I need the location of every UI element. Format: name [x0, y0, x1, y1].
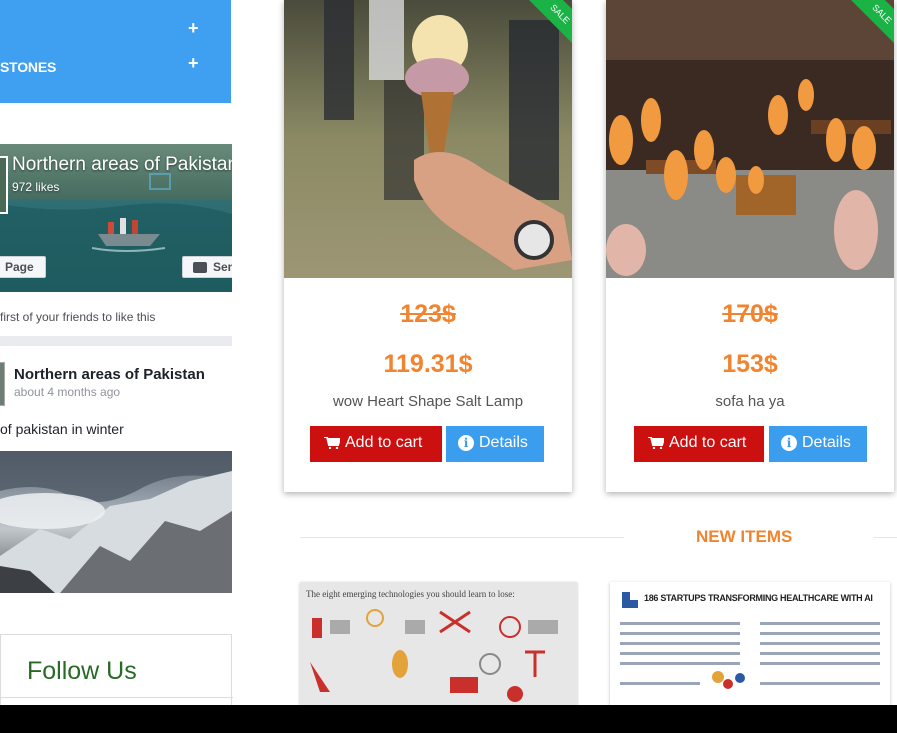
- category-label: STONES: [0, 59, 57, 75]
- divider: [1, 697, 233, 698]
- technology-infographic: [310, 609, 558, 702]
- details-button[interactable]: i Details: [769, 426, 867, 462]
- follow-us-heading: Follow Us: [27, 657, 137, 685]
- page-viewport: + STONES + Northern areas of Pakistan 97…: [0, 0, 897, 705]
- product-image[interactable]: SALE: [284, 0, 572, 278]
- cart-icon: [324, 437, 340, 449]
- send-label: Send: [213, 260, 232, 274]
- category-item-stones[interactable]: STONES +: [0, 49, 231, 85]
- product-card[interactable]: SALE 123$ 119.31$ wow Heart Shape Salt L…: [284, 0, 572, 492]
- follow-us-widget: Follow Us: [0, 634, 233, 705]
- message-icon: [193, 262, 207, 273]
- old-price: 123$: [400, 300, 456, 328]
- divider: [874, 537, 897, 538]
- info-icon: i: [781, 435, 797, 451]
- facebook-friends-text: first of your friends to like this: [0, 310, 156, 324]
- like-page-button[interactable]: Page: [0, 256, 46, 278]
- send-message-button[interactable]: Send: [182, 256, 232, 278]
- old-price: 170$: [722, 300, 778, 328]
- salt-lamps-photo: [606, 0, 894, 278]
- like-page-label: Page: [5, 260, 34, 274]
- details-button[interactable]: i Details: [446, 426, 544, 462]
- product-name[interactable]: sofa ha ya: [606, 393, 894, 410]
- product-name[interactable]: wow Heart Shape Salt Lamp: [284, 393, 572, 410]
- new-item-thumbnail[interactable]: The eight emerging technologies you shou…: [300, 582, 577, 705]
- post-timestamp[interactable]: about 4 months ago: [14, 385, 120, 399]
- plus-icon[interactable]: +: [188, 53, 199, 74]
- details-label: Details: [802, 434, 851, 451]
- new-items-heading: NEW ITEMS: [696, 527, 793, 546]
- facebook-likes-count: 972 likes: [12, 180, 60, 194]
- product-card[interactable]: SALE 170$ 153$ sofa ha ya Add to cart i …: [606, 0, 894, 492]
- add-to-cart-button[interactable]: Add to cart: [310, 426, 442, 462]
- page-profile-picture[interactable]: [0, 156, 8, 214]
- facebook-page-widget[interactable]: Northern areas of Pakistan 972 likes Pag…: [0, 144, 232, 292]
- add-to-cart-button[interactable]: Add to cart: [634, 426, 764, 462]
- post-author-avatar[interactable]: [0, 362, 5, 406]
- cart-icon: [648, 437, 664, 449]
- add-to-cart-label: Add to cart: [345, 434, 423, 451]
- mountain-illustration: [0, 451, 232, 593]
- info-icon: i: [458, 435, 474, 451]
- facebook-page-name[interactable]: Northern areas of Pakistan: [12, 154, 232, 176]
- category-menu: + STONES +: [0, 0, 231, 103]
- sale-price: 153$: [722, 350, 778, 378]
- ice-cream-photo: [284, 0, 572, 278]
- new-item-caption: 186 STARTUPS TRANSFORMING HEALTHCARE WIT…: [644, 593, 873, 603]
- divider: [300, 537, 624, 538]
- divider: [0, 336, 232, 346]
- plus-icon[interactable]: +: [188, 18, 199, 39]
- post-author-name[interactable]: Northern areas of Pakistan: [14, 366, 205, 383]
- new-item-thumbnail[interactable]: 186 STARTUPS TRANSFORMING HEALTHCARE WIT…: [610, 582, 890, 705]
- post-text: of pakistan in winter: [0, 421, 124, 437]
- product-image[interactable]: SALE: [606, 0, 894, 278]
- add-to-cart-label: Add to cart: [669, 434, 747, 451]
- post-image[interactable]: [0, 451, 232, 593]
- details-label: Details: [479, 434, 528, 451]
- sale-price: 119.31$: [383, 350, 473, 378]
- category-item[interactable]: +: [0, 14, 231, 50]
